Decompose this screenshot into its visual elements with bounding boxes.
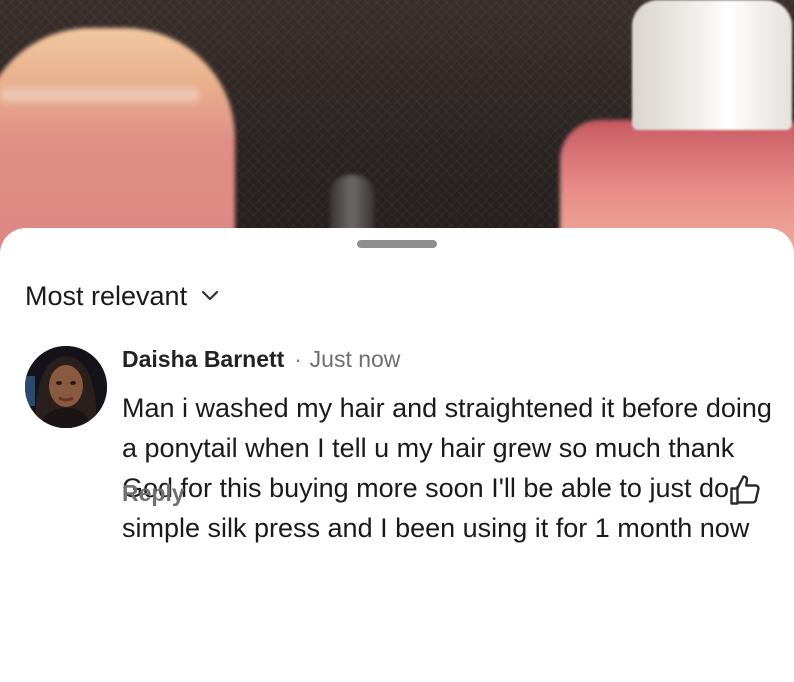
product-bottle-cap	[632, 0, 792, 130]
comment-text: Man i washed my hair and straightened it…	[122, 393, 772, 543]
sort-dropdown[interactable]: Most relevant	[25, 278, 219, 314]
chevron-down-icon	[201, 290, 219, 302]
author-name[interactable]: Daisha Barnett	[122, 346, 284, 373]
drag-handle[interactable]	[357, 240, 437, 248]
avatar[interactable]	[25, 346, 107, 428]
thumbs-up-icon[interactable]	[727, 472, 763, 508]
comment-timestamp: Just now	[309, 346, 401, 372]
reply-button[interactable]: Reply	[122, 480, 185, 507]
comment-content: Daisha Barnett · Just now Man i washed m…	[122, 346, 782, 548]
separator-dot: ·	[294, 347, 302, 372]
comments-sheet: Most relevant Daisha Barnett · Just now …	[0, 228, 794, 682]
sort-label: Most relevant	[25, 280, 188, 311]
comment-header: Daisha Barnett · Just now	[122, 346, 782, 380]
